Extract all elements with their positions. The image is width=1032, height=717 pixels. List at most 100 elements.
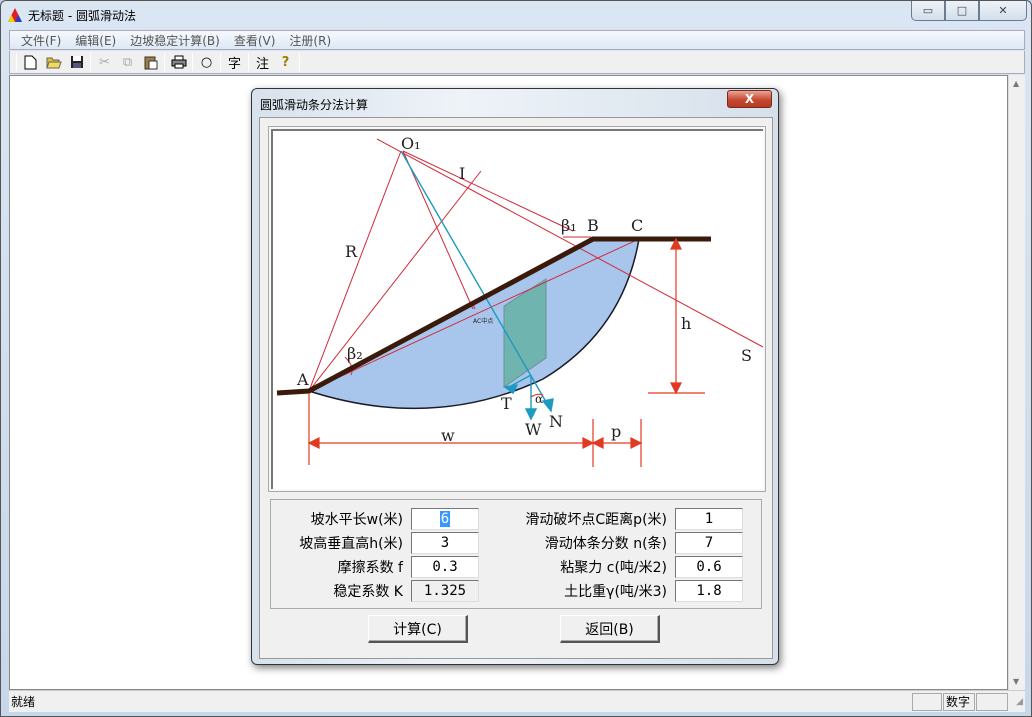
maximize-button[interactable]: □ xyxy=(945,1,979,21)
p-arrow-right xyxy=(630,437,643,449)
note-button[interactable]: 注 xyxy=(251,52,274,72)
menu-edit[interactable]: 编辑(E) xyxy=(68,32,123,49)
label-distance-p: 滑动破坏点C距离p(米) xyxy=(525,512,667,528)
status-pane-caps xyxy=(912,693,942,711)
dialog-title: 圆弧滑动条分法计算 xyxy=(260,98,369,112)
parameters-group: 坡水平长w(米) 6 坡高垂直高h(米) 3 摩擦系数 f 0.3 稳定系数 K… xyxy=(270,499,762,609)
close-button[interactable]: ✕ xyxy=(979,1,1027,21)
label-slope-width: 坡水平长w(米) xyxy=(310,512,403,528)
friction-input[interactable]: 0.3 xyxy=(411,556,479,578)
toolbar-separator xyxy=(299,53,300,71)
text-button[interactable]: 字 xyxy=(223,52,246,72)
dialog-body: O₁ I R β₁ B C h S A β₂ T W N α w p AC中点 … xyxy=(259,117,773,659)
save-icon xyxy=(70,56,83,68)
label-beta1: β₁ xyxy=(561,216,577,235)
save-file-button[interactable] xyxy=(65,52,88,72)
h-arrow-bottom xyxy=(670,382,682,395)
paste-icon xyxy=(144,56,157,69)
circle-button[interactable]: ○ xyxy=(195,52,218,72)
toolbar: ✂ ⧉ ○ 字 注 ? xyxy=(9,51,1025,74)
w-arrow-left xyxy=(307,437,320,449)
note-icon: 注 xyxy=(255,56,269,72)
scroll-down-icon[interactable]: ▼ xyxy=(1013,677,1019,686)
menu-register[interactable]: 注册(R) xyxy=(282,32,338,49)
label-alpha: α xyxy=(535,392,543,406)
status-pane-scrl xyxy=(976,693,1008,711)
slope-width-input[interactable]: 6 xyxy=(411,508,479,530)
paste-button[interactable] xyxy=(139,52,162,72)
toolbar-separator xyxy=(90,53,91,71)
label-O1: O₁ xyxy=(401,134,421,153)
toolbar-separator xyxy=(220,53,221,71)
app-logo-icon xyxy=(8,8,22,22)
toolbar-separator xyxy=(164,53,165,71)
title-bar: 无标题 - 圆弧滑动法 xyxy=(7,4,136,26)
label-W: W xyxy=(525,420,542,439)
menu-bar: 文件(F) 编辑(E) 边坡稳定计算(B) 查看(V) 注册(R) xyxy=(9,30,1025,50)
cohesion-input[interactable]: 0.6 xyxy=(675,556,743,578)
back-button[interactable]: 返回(B) xyxy=(560,615,660,643)
calculate-button[interactable]: 计算(C) xyxy=(368,615,468,643)
label-cohesion: 粘聚力 c(吨/米2) xyxy=(560,560,667,576)
copy-button[interactable]: ⧉ xyxy=(116,52,139,72)
toolbar-separator xyxy=(248,53,249,71)
label-friction: 摩擦系数 f xyxy=(337,560,403,576)
toolbar-grip xyxy=(16,53,17,71)
label-slope-height: 坡高垂直高h(米) xyxy=(299,536,403,552)
open-folder-icon xyxy=(45,57,62,69)
label-slice-count: 滑动体条分数 n(条) xyxy=(544,536,667,552)
menu-slope-stability[interactable]: 边坡稳定计算(B) xyxy=(123,32,227,49)
slope-diagram: O₁ I R β₁ B C h S A β₂ T W N α w p AC中点 xyxy=(271,129,764,489)
label-T: T xyxy=(501,394,512,413)
weight-arrow xyxy=(524,408,538,421)
normal-arrow xyxy=(541,398,554,413)
status-text: 就绪 xyxy=(11,695,36,709)
label-p: p xyxy=(611,422,621,441)
help-button[interactable]: ? xyxy=(274,52,297,72)
diagram-frame: O₁ I R β₁ B C h S A β₂ T W N α w p AC中点 xyxy=(268,126,766,492)
label-S: S xyxy=(741,346,752,365)
vertical-scrollbar[interactable]: ▲ ▼ xyxy=(1008,75,1025,690)
cut-icon: ✂ xyxy=(99,54,110,70)
menu-file[interactable]: 文件(F) xyxy=(14,32,68,49)
slope-diagram-svg: O₁ I R β₁ B C h S A β₂ T W N α w p AC中点 xyxy=(276,134,764,467)
label-C: C xyxy=(631,216,643,235)
label-w: w xyxy=(441,426,455,445)
menu-view[interactable]: 查看(V) xyxy=(227,32,283,49)
maximize-icon: □ xyxy=(956,4,968,17)
w-arrow-right xyxy=(582,437,595,449)
label-h: h xyxy=(681,314,691,333)
close-icon: ✕ xyxy=(998,4,1008,17)
close-icon: X xyxy=(744,92,755,106)
minimize-button[interactable]: ▭ xyxy=(911,1,945,21)
unit-weight-input[interactable]: 1.8 xyxy=(675,580,743,602)
label-A: A xyxy=(296,370,309,389)
printer-icon xyxy=(171,55,186,69)
label-beta2: β₂ xyxy=(347,344,363,363)
label-ac-midpoint: AC中点 xyxy=(473,317,493,325)
window-title: 无标题 - 圆弧滑动法 xyxy=(28,8,136,23)
label-N: N xyxy=(549,412,563,431)
new-file-icon xyxy=(24,55,37,69)
p-arrow-left xyxy=(591,437,604,449)
slice-count-input[interactable]: 7 xyxy=(675,532,743,554)
slope-height-input[interactable]: 3 xyxy=(411,532,479,554)
label-B: B xyxy=(587,216,599,235)
label-stability-k: 稳定系数 K xyxy=(333,584,403,600)
distance-p-input[interactable]: 1 xyxy=(675,508,743,530)
circle-icon: ○ xyxy=(200,54,213,70)
toolbar-separator xyxy=(192,53,193,71)
stability-k-output: 1.325 xyxy=(411,580,479,602)
open-file-button[interactable] xyxy=(42,52,65,72)
resize-grip-icon[interactable]: ◢ xyxy=(1016,697,1023,707)
print-button[interactable] xyxy=(167,52,190,72)
status-pane-num: 数字 xyxy=(943,693,975,711)
dialog-close-button[interactable]: X xyxy=(727,90,772,108)
status-bar: 就绪 数字 ◢ xyxy=(9,690,1025,712)
label-R: R xyxy=(345,242,358,261)
scroll-up-icon[interactable]: ▲ xyxy=(1013,79,1019,88)
minimize-icon: ▭ xyxy=(922,4,934,17)
copy-icon: ⧉ xyxy=(122,54,133,70)
cut-button[interactable]: ✂ xyxy=(93,52,116,72)
new-file-button[interactable] xyxy=(19,52,42,72)
